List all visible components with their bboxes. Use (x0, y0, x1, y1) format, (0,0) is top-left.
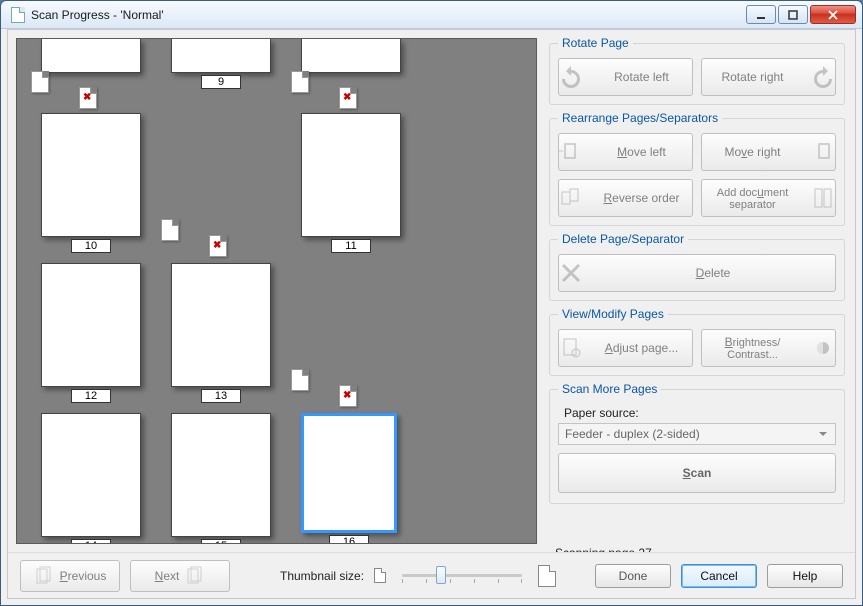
delete-group: Delete Page/Separator Delete (549, 232, 845, 301)
delete-button[interactable]: Delete (558, 254, 836, 292)
next-button[interactable]: Next (130, 560, 230, 592)
thumbnail-size-label: Thumbnail size: (280, 569, 364, 583)
separator-redx-icon[interactable] (79, 87, 97, 109)
thumb-number: 10 (71, 239, 111, 253)
adjust-icon (559, 336, 583, 360)
window-title: Scan Progress - 'Normal' (31, 8, 746, 22)
delete-icon (559, 261, 583, 285)
separator-icon[interactable] (31, 71, 49, 93)
thumb-number: 11 (331, 239, 371, 253)
slider-handle[interactable] (436, 566, 446, 584)
maximize-button[interactable] (778, 5, 808, 24)
brightness-contrast-button[interactable]: Brightness/Contrast... (701, 329, 836, 367)
rearrange-legend: Rearrange Pages/Separators (558, 111, 722, 125)
move-right-icon (811, 140, 835, 164)
titlebar[interactable]: Scan Progress - 'Normal' (1, 1, 862, 29)
separator-icon[interactable] (161, 219, 179, 241)
reverse-order-button[interactable]: Reverse order (558, 179, 693, 217)
move-right-button[interactable]: Move right (701, 133, 836, 171)
thumb-number: 12 (71, 389, 111, 403)
app-icon (11, 7, 25, 23)
scan-more-group: Scan More Pages Paper source: Feeder - d… (549, 382, 845, 504)
add-separator-button[interactable]: Add documentseparator (701, 179, 836, 217)
thumb-number: 9 (201, 75, 241, 89)
prev-icon (34, 566, 54, 586)
next-icon (185, 566, 205, 586)
done-button[interactable]: Done (595, 564, 671, 588)
paper-source-combo[interactable]: Feeder - duplex (2-sided) (558, 423, 836, 445)
thumbnail[interactable]: 10 (41, 113, 141, 253)
thumbnail[interactable]: 15 (171, 413, 271, 544)
rotate-legend: Rotate Page (558, 36, 633, 50)
reverse-icon (559, 186, 583, 210)
help-button[interactable]: Help (767, 564, 843, 588)
thumbnail[interactable]: 11 (301, 113, 401, 253)
thumbnail-size-slider[interactable] (402, 574, 522, 577)
window: Scan Progress - 'Normal' 9 10 (0, 0, 863, 606)
side-panel: Rotate Page Rotate left Rotate right Rea… (545, 30, 855, 552)
separator-icon[interactable] (291, 369, 309, 391)
thumb-number: 15 (201, 539, 241, 544)
thumbnail-panel[interactable]: 9 10 11 12 13 14 15 (16, 38, 537, 544)
delete-legend: Delete Page/Separator (558, 232, 688, 246)
view-legend: View/Modify Pages (558, 307, 668, 321)
separator-redx-icon[interactable] (209, 235, 227, 257)
brightness-icon (811, 336, 835, 360)
client-area: 9 10 11 12 13 14 15 (7, 29, 856, 599)
separator-icon[interactable] (291, 71, 309, 93)
thumbnail[interactable]: 14 (41, 413, 141, 544)
scan-more-legend: Scan More Pages (558, 382, 661, 396)
rotate-left-icon (559, 65, 583, 89)
thumb-number: 14 (71, 539, 111, 544)
minimize-button[interactable] (746, 5, 776, 24)
scan-button[interactable]: Scan (558, 453, 836, 493)
rearrange-group: Rearrange Pages/Separators Move left Mov… (549, 111, 845, 226)
cancel-button[interactable]: Cancel (681, 564, 757, 588)
footer: Previous Next Thumbnail size: Done Cance… (8, 552, 855, 598)
thumbnail[interactable]: 12 (41, 263, 141, 403)
rotate-right-icon (811, 65, 835, 89)
previous-button[interactable]: Previous (20, 560, 120, 592)
close-button[interactable] (810, 5, 856, 24)
rotate-left-button[interactable]: Rotate left (558, 58, 693, 96)
separator-redx-icon[interactable] (339, 385, 357, 407)
thumbnail[interactable]: 13 (171, 263, 271, 403)
thumb-number: 16 (329, 535, 369, 544)
thumbnail-selected[interactable]: 16 (301, 413, 397, 544)
thumb-number: 13 (201, 389, 241, 403)
thumb-small-icon (374, 568, 386, 583)
move-left-button[interactable]: Move left (558, 133, 693, 171)
rotate-right-button[interactable]: Rotate right (701, 58, 836, 96)
view-modify-group: View/Modify Pages Adjust page... Brightn… (549, 307, 845, 376)
add-separator-icon (811, 186, 835, 210)
paper-source-label: Paper source: (564, 406, 836, 420)
adjust-page-button[interactable]: Adjust page... (558, 329, 693, 367)
move-left-icon (559, 140, 583, 164)
rotate-group: Rotate Page Rotate left Rotate right (549, 36, 845, 105)
separator-redx-icon[interactable] (339, 87, 357, 109)
thumb-large-icon (538, 565, 556, 587)
